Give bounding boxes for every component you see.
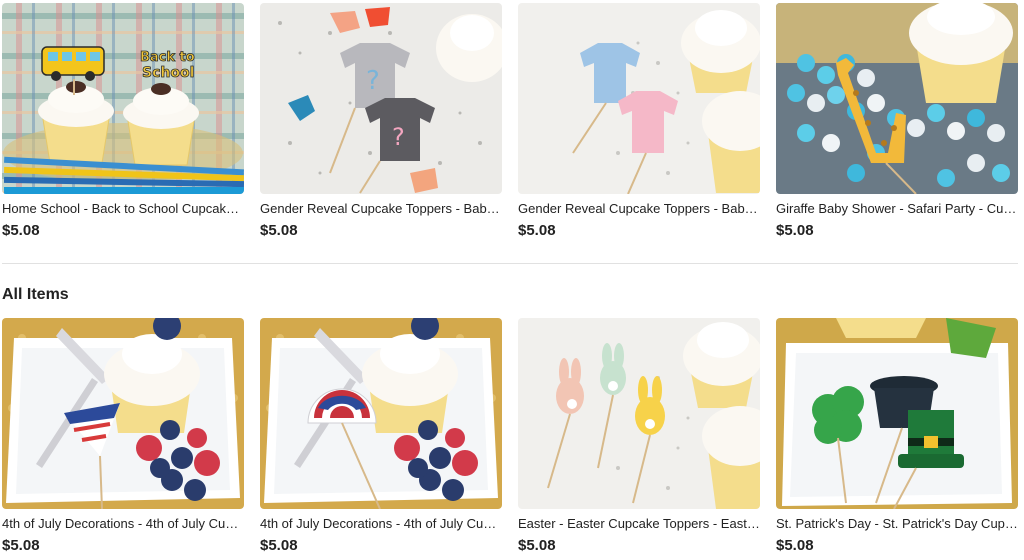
topper-text: ?: [366, 66, 380, 96]
listing-price: $5.08: [2, 537, 40, 554]
listing-title[interactable]: Gender Reveal Cupcake Toppers - Baby One…: [518, 200, 760, 218]
listing-title[interactable]: Giraffe Baby Shower - Safari Party - Cup…: [776, 200, 1018, 218]
listing-image-4th-of-july-bunting-toppers[interactable]: [260, 318, 502, 509]
listing-price: $5.08: [776, 222, 814, 239]
listing-image-gender-reveal-pastel[interactable]: [518, 3, 760, 194]
listing-image-4th-of-july-flag-toppers[interactable]: [2, 318, 244, 509]
listing-price: $5.08: [260, 537, 298, 554]
listing-card[interactable]: Back to School Home School - Back to Sch…: [2, 3, 244, 241]
all-items-heading: All Items: [2, 286, 69, 303]
listing-title[interactable]: Gender Reveal Cupcake Toppers - Baby One…: [260, 200, 502, 218]
listing-price: $5.08: [260, 222, 298, 239]
listing-card[interactable]: Giraffe Baby Shower - Safari Party - Cup…: [776, 3, 1018, 241]
listing-title[interactable]: Easter - Easter Cupcake Toppers - Easter…: [518, 515, 760, 533]
listing-card[interactable]: 4th of July Decorations - 4th of July Cu…: [260, 318, 502, 556]
listing-title[interactable]: 4th of July Decorations - 4th of July Cu…: [260, 515, 502, 533]
listing-title[interactable]: St. Patrick's Day - St. Patrick's Day Cu…: [776, 515, 1018, 533]
topper-text: School: [142, 65, 194, 81]
listing-card[interactable]: 4th of July Decorations - 4th of July Cu…: [2, 318, 244, 556]
listing-card[interactable]: ? ? Gender Reveal Cupcake Toppers - Baby…: [260, 3, 502, 241]
listing-card[interactable]: Gender Reveal Cupcake Toppers - Baby One…: [518, 3, 760, 241]
listing-image-giraffe-toppers[interactable]: [776, 3, 1018, 194]
listing-price: $5.08: [518, 222, 556, 239]
listing-card[interactable]: Easter - Easter Cupcake Toppers - Easter…: [518, 318, 760, 556]
topper-text: Back to: [140, 50, 195, 65]
all-items-row: 4th of July Decorations - 4th of July Cu…: [2, 318, 1018, 556]
listing-image-easter-bunny-toppers[interactable]: [518, 318, 760, 509]
listing-image-gender-reveal-glitter[interactable]: ? ?: [260, 3, 502, 194]
listing-price: $5.08: [776, 537, 814, 554]
listing-price: $5.08: [518, 537, 556, 554]
topper-text: ?: [392, 123, 405, 151]
listing-card[interactable]: St. Patrick's Day - St. Patrick's Day Cu…: [776, 318, 1018, 556]
listing-title[interactable]: Home School - Back to School Cupcake Top…: [2, 200, 244, 218]
listing-image-school-bus-toppers[interactable]: Back to School: [2, 3, 244, 194]
listing-price: $5.08: [2, 222, 40, 239]
section-divider: [2, 263, 1018, 264]
listing-title[interactable]: 4th of July Decorations - 4th of July Cu…: [2, 515, 244, 533]
listing-image-st-patricks-toppers[interactable]: [776, 318, 1018, 509]
featured-listings-row: Back to School Home School - Back to Sch…: [2, 3, 1018, 241]
